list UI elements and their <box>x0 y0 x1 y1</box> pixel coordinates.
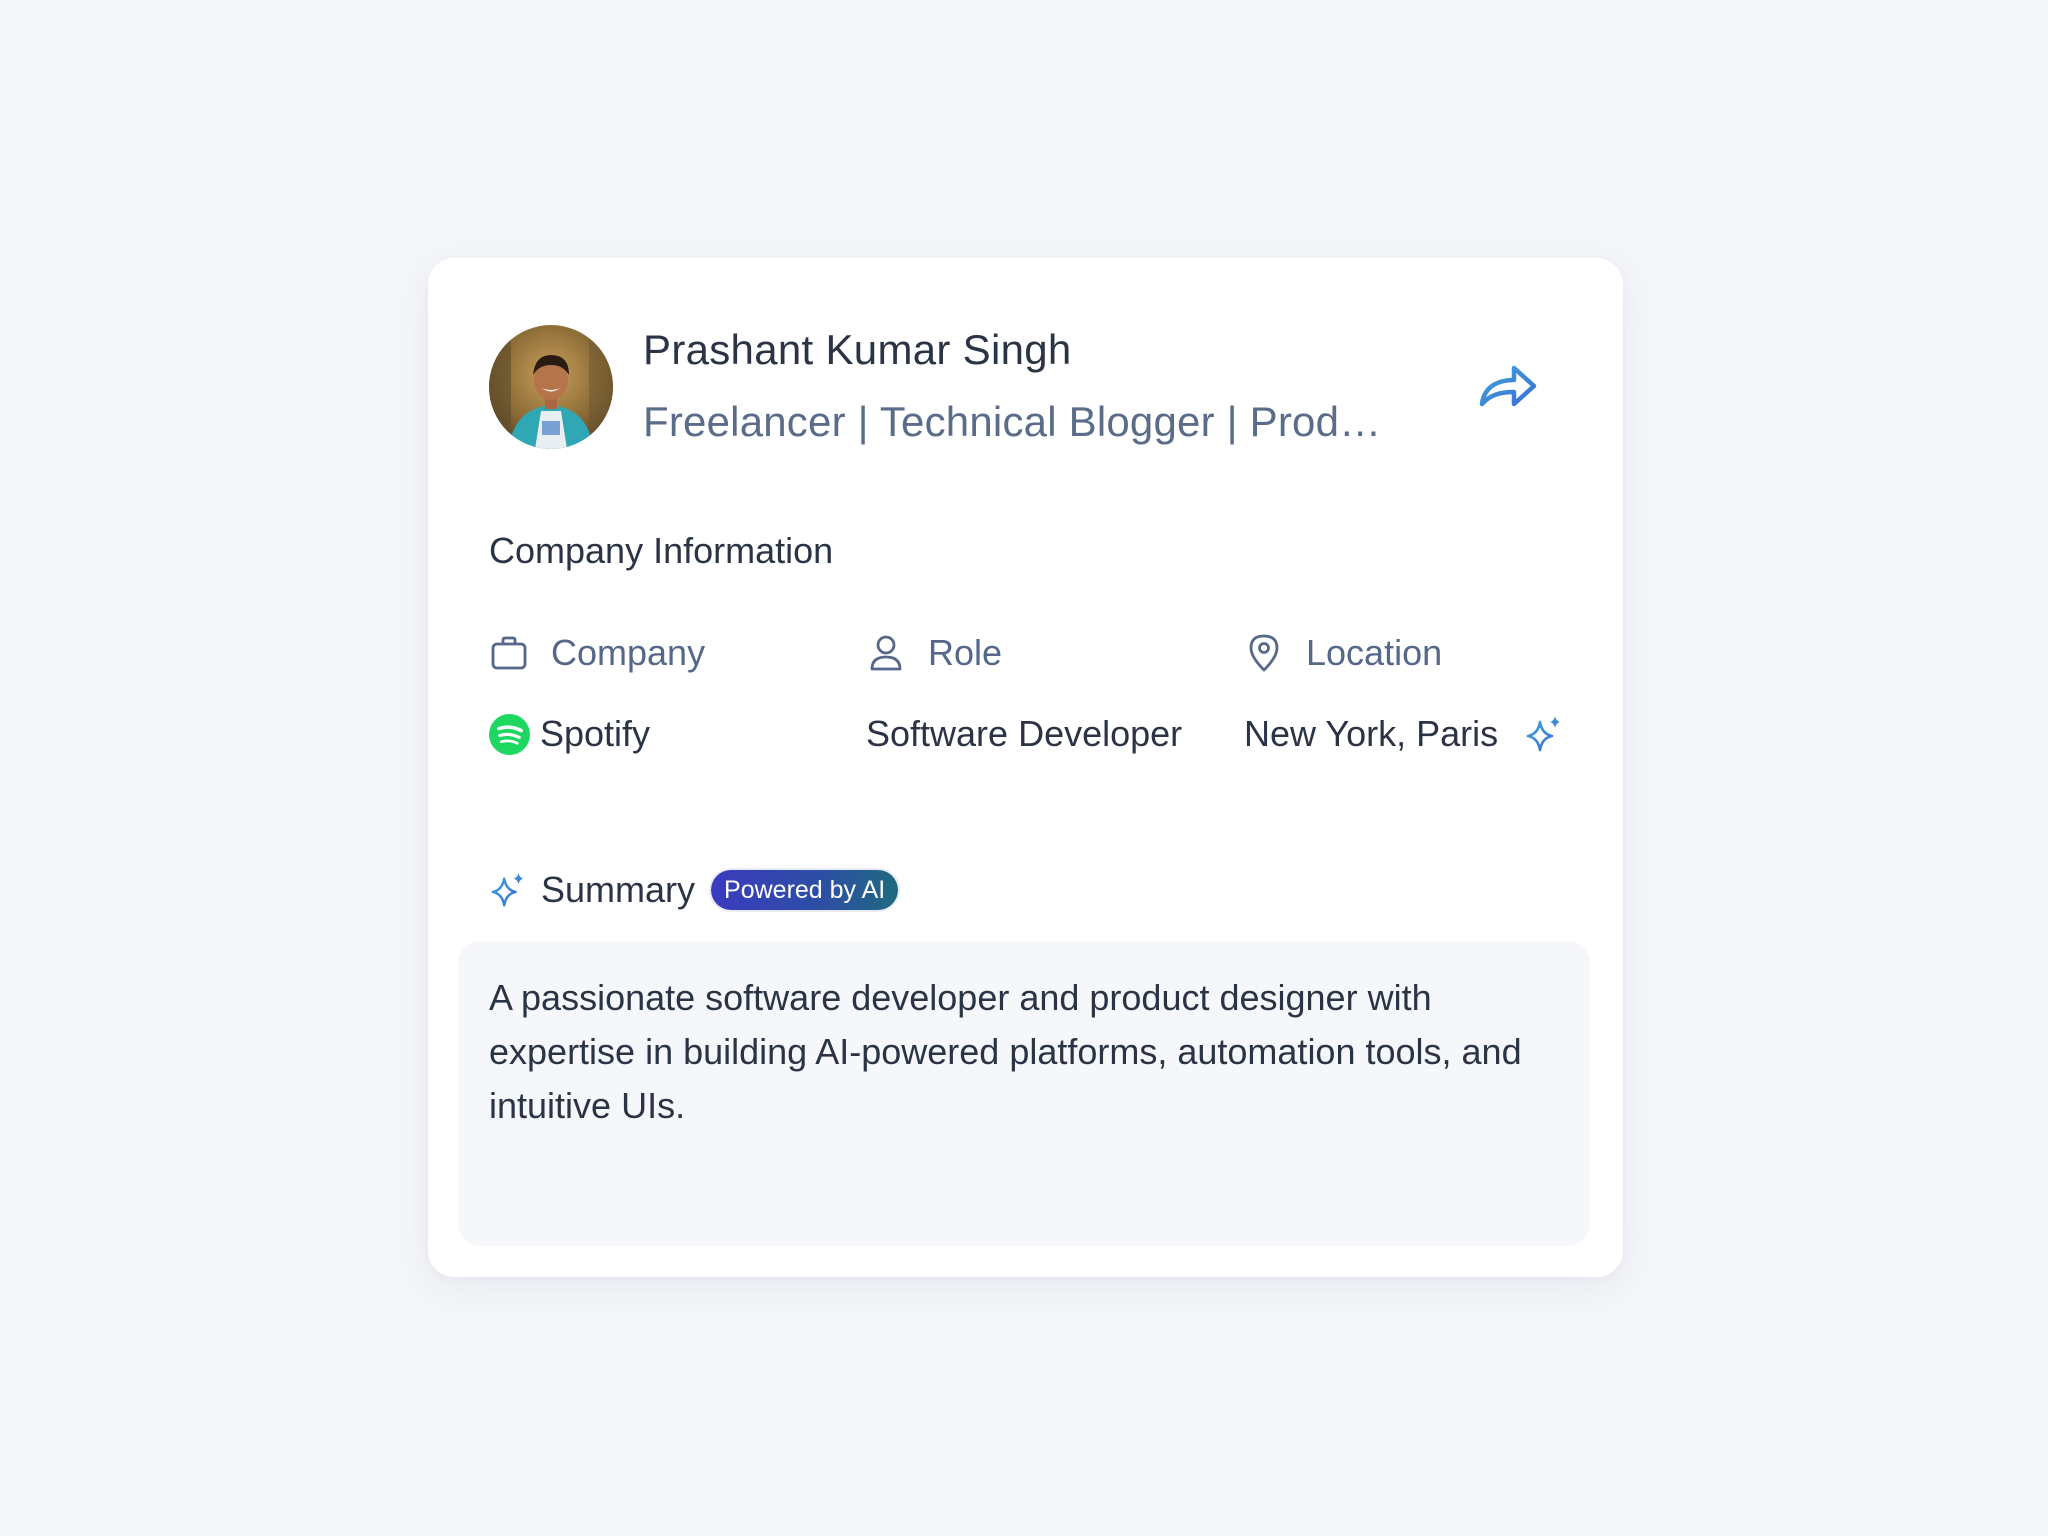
briefcase-icon <box>489 633 529 673</box>
info-column-location: Location New York, Paris <box>1244 628 1604 754</box>
powered-by-ai-badge: Powered by AI <box>711 870 899 910</box>
section-title-company-information: Company Information <box>489 530 834 571</box>
info-label-text: Role <box>928 632 1003 673</box>
role-name: Software Developer <box>866 713 1183 754</box>
summary-header: Summary Powered by AI <box>489 860 899 920</box>
summary-text: A passionate software developer and prod… <box>489 977 1522 1126</box>
sparkle-icon <box>491 872 524 907</box>
avatar[interactable] <box>489 325 613 449</box>
summary-label: Summary <box>541 869 696 910</box>
info-value-location: New York, Paris <box>1244 708 1564 760</box>
location-name: New York, Paris <box>1244 713 1499 754</box>
company-name: Spotify <box>540 713 651 754</box>
info-value-company: Spotify <box>489 708 650 760</box>
summary-box: A passionate software developer and prod… <box>458 941 1590 1246</box>
share-button[interactable] <box>1476 358 1540 414</box>
profile-headline: Freelancer | Technical Blogger | Product… <box>643 398 1403 445</box>
spotify-logo-icon <box>489 713 530 755</box>
info-label-company: Company <box>489 628 849 678</box>
info-column-company: Company Spotify <box>489 628 849 755</box>
sparkle-icon[interactable] <box>1524 714 1564 754</box>
info-value-role: Software Developer <box>866 708 1182 760</box>
user-icon <box>866 633 906 673</box>
profile-name: Prashant Kumar Singh <box>643 326 1072 373</box>
share-icon <box>1479 365 1537 407</box>
info-label-text: Location <box>1306 632 1443 673</box>
info-label-role: Role <box>866 628 1226 678</box>
info-column-role: Role Software Developer <box>866 628 1226 754</box>
info-label-text: Company <box>551 632 706 673</box>
profile-card: Prashant Kumar Singh Freelancer | Techni… <box>428 258 1623 1277</box>
info-label-location: Location <box>1244 628 1604 678</box>
map-pin-icon <box>1244 633 1284 673</box>
